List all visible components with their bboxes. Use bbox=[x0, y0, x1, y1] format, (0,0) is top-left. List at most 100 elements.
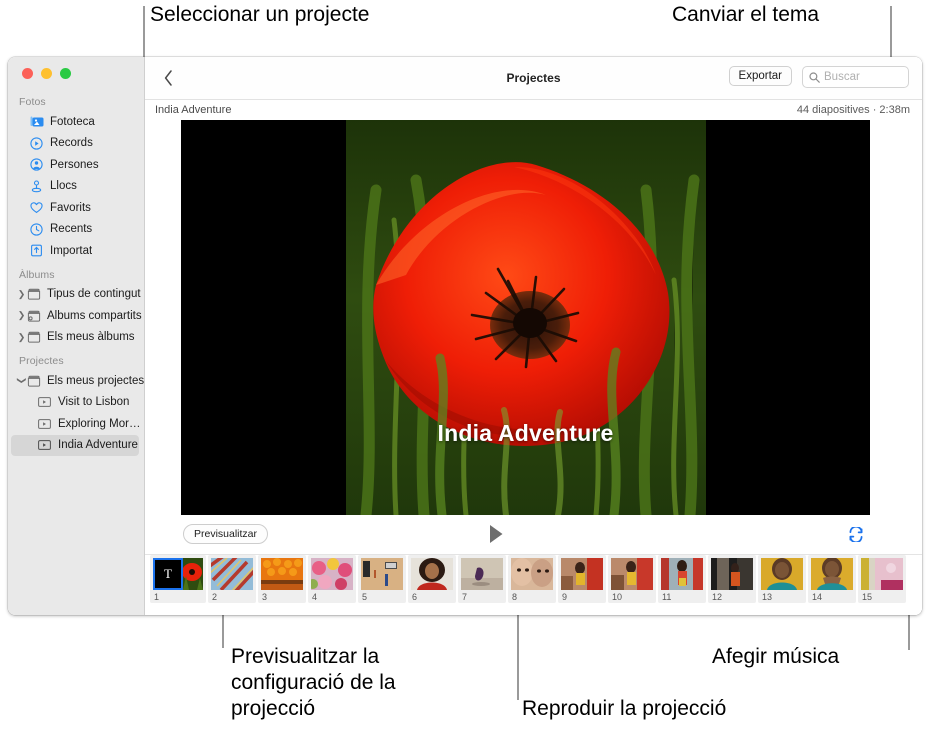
sidebar-item-els-meus-albums[interactable]: ❯ Els meus àlbums bbox=[8, 327, 145, 349]
filmstrip-item[interactable]: 14 bbox=[808, 555, 856, 603]
title-slide-badge: T bbox=[153, 558, 183, 590]
filmstrip[interactable]: T 1 2 3 bbox=[145, 554, 922, 615]
minimize-button[interactable] bbox=[41, 68, 52, 79]
people-icon bbox=[30, 158, 47, 171]
filmstrip-item[interactable]: 8 bbox=[508, 555, 556, 603]
filmstrip-item[interactable]: 5 bbox=[358, 555, 406, 603]
photos-library-icon bbox=[30, 116, 47, 128]
thumbnail-image bbox=[261, 558, 303, 590]
sidebar-item-els-meus-projectes[interactable]: ❯ Els meus projectes bbox=[8, 370, 145, 392]
callout-change-theme: Canviar el tema bbox=[672, 2, 819, 28]
sidebar-item-tipus-de-contingut[interactable]: ❯ Tipus de contingut bbox=[8, 284, 145, 306]
thumbnail-image bbox=[861, 558, 903, 590]
thumbnail-image bbox=[811, 558, 853, 590]
project-info-bar: India Adventure 44 diapositives · 2:38m bbox=[145, 100, 922, 121]
memories-icon bbox=[30, 137, 47, 150]
sidebar-section-projectes-header: Projectes bbox=[8, 348, 145, 370]
photos-app-window: Fotos Fototeca Records bbox=[8, 57, 922, 615]
thumbnail-number: 1 bbox=[153, 590, 203, 603]
sidebar-item-recents[interactable]: Recents bbox=[8, 219, 145, 241]
sidebar-item-importat[interactable]: Importat bbox=[8, 240, 145, 262]
thumbnail-image bbox=[761, 558, 803, 590]
thumbnail-number: 6 bbox=[411, 590, 453, 603]
thumbnail-number: 4 bbox=[311, 590, 353, 603]
chevron-right-icon[interactable]: ❯ bbox=[16, 290, 27, 299]
sidebar-item-label: Fototeca bbox=[50, 116, 95, 128]
filmstrip-item[interactable]: 15 bbox=[858, 555, 906, 603]
play-button[interactable] bbox=[483, 521, 509, 547]
filmstrip-item[interactable]: 10 bbox=[608, 555, 656, 603]
sidebar-item-exploring-morocco[interactable]: Exploring Mor… bbox=[8, 413, 145, 435]
filmstrip-item[interactable]: 3 bbox=[258, 555, 306, 603]
filmstrip-item[interactable]: 2 bbox=[208, 555, 256, 603]
slide-photo bbox=[346, 120, 706, 515]
close-button[interactable] bbox=[22, 68, 33, 79]
callout-select-project: Seleccionar un projecte bbox=[150, 2, 369, 28]
sidebar-section-fotos-header: Fotos bbox=[8, 89, 145, 111]
screenshot-root: Seleccionar un projecte Canviar el tema … bbox=[0, 0, 931, 753]
thumbnail-number: 7 bbox=[461, 590, 503, 603]
slide-preview[interactable]: India Adventure bbox=[181, 120, 870, 515]
thumbnail-number: 14 bbox=[811, 590, 853, 603]
sidebar-section-albums-header: Àlbums bbox=[8, 262, 145, 284]
sidebar-item-label: Tipus de contingut bbox=[47, 288, 141, 300]
chevron-right-icon[interactable]: ❯ bbox=[16, 333, 27, 342]
thumbnail-image bbox=[511, 558, 553, 590]
thumbnail-number: 12 bbox=[711, 590, 753, 603]
slideshow-icon bbox=[38, 397, 55, 407]
sidebar-item-llocs[interactable]: Llocs bbox=[8, 176, 145, 198]
filmstrip-item[interactable]: 6 bbox=[408, 555, 456, 603]
chevron-down-icon[interactable]: ❯ bbox=[17, 375, 26, 386]
slideshow-icon bbox=[38, 419, 55, 429]
sidebar-item-label: Àlbums compartits bbox=[47, 310, 142, 322]
heart-icon bbox=[30, 202, 47, 214]
thumbnail-number: 10 bbox=[611, 590, 653, 603]
sidebar-item-india-adventure[interactable]: India Adventure bbox=[11, 435, 139, 457]
sidebar-item-label: Llocs bbox=[50, 180, 77, 192]
preview-button[interactable]: Previsualitzar bbox=[183, 524, 268, 544]
thumbnail-number: 2 bbox=[211, 590, 253, 603]
zoom-button[interactable] bbox=[60, 68, 71, 79]
filmstrip-item[interactable]: 7 bbox=[458, 555, 506, 603]
sidebar-item-label: Favorits bbox=[50, 202, 91, 214]
sidebar-item-label: Els meus àlbums bbox=[47, 331, 135, 343]
window-controls[interactable] bbox=[22, 68, 71, 79]
export-button[interactable]: Exportar bbox=[729, 66, 792, 86]
sidebar-item-records[interactable]: Records bbox=[8, 133, 145, 155]
thumbnail-image bbox=[361, 558, 403, 590]
search-field[interactable]: Buscar bbox=[802, 66, 909, 88]
sidebar-scroll: Fotos Fototeca Records bbox=[8, 89, 145, 615]
sidebar-item-favorits[interactable]: Favorits bbox=[8, 197, 145, 219]
thumbnail-number: 5 bbox=[361, 590, 403, 603]
places-pin-icon bbox=[30, 180, 47, 193]
sidebar-item-fototeca[interactable]: Fototeca bbox=[8, 111, 145, 133]
thumbnail-image bbox=[461, 558, 503, 590]
playback-controls: Previsualitzar bbox=[145, 515, 922, 554]
sidebar-item-label: Records bbox=[50, 137, 93, 149]
sidebar-item-label: Exploring Mor… bbox=[58, 418, 140, 430]
thumbnail-image bbox=[611, 558, 653, 590]
thumbnail-image: T bbox=[153, 558, 203, 590]
thumbnail-image bbox=[661, 558, 703, 590]
album-icon bbox=[27, 375, 44, 387]
sidebar-item-label: Els meus projectes bbox=[47, 375, 144, 387]
filmstrip-item-selected[interactable]: T 1 bbox=[150, 555, 206, 603]
filmstrip-item[interactable]: 4 bbox=[308, 555, 356, 603]
thumbnail-number: 8 bbox=[511, 590, 553, 603]
filmstrip-item[interactable]: 9 bbox=[558, 555, 606, 603]
album-icon bbox=[27, 288, 44, 300]
clock-icon bbox=[30, 223, 47, 236]
sidebar-item-label: India Adventure bbox=[58, 439, 138, 451]
filmstrip-item[interactable]: 12 bbox=[708, 555, 756, 603]
sidebar-item-persones[interactable]: Persones bbox=[8, 154, 145, 176]
chevron-right-icon[interactable]: ❯ bbox=[16, 311, 27, 320]
filmstrip-item[interactable]: 13 bbox=[758, 555, 806, 603]
filmstrip-item[interactable]: 11 bbox=[658, 555, 706, 603]
thumbnail-number: 15 bbox=[861, 590, 903, 603]
thumbnail-number: 11 bbox=[661, 590, 703, 603]
loop-button[interactable] bbox=[845, 524, 867, 544]
sidebar-item-visit-to-lisbon[interactable]: Visit to Lisbon bbox=[8, 392, 145, 414]
sidebar-item-label: Persones bbox=[50, 159, 99, 171]
project-name: India Adventure bbox=[155, 104, 231, 116]
sidebar-item-albums-compartits[interactable]: ❯ Àlbums compartits bbox=[8, 305, 145, 327]
